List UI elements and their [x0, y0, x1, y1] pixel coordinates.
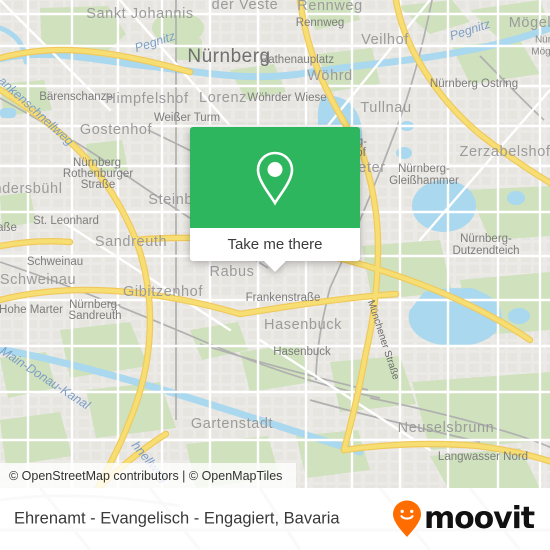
map-screenshot: Sankt Johannis der Veste Rennweg Rennweg Peg… — [0, 0, 550, 550]
map-pin-icon — [256, 151, 294, 206]
map-viewport[interactable]: Sankt Johannis der Veste Rennweg Rennweg Peg… — [0, 0, 550, 488]
take-me-there-button[interactable]: Take me there — [190, 228, 360, 261]
footer-bar: Ehrenamt - Evangelisch - Engagiert, Bava… — [0, 488, 550, 550]
moovit-wordmark: moovit — [423, 501, 535, 536]
take-me-there-label: Take me there — [227, 236, 323, 253]
moovit-smiley-pin-icon — [392, 500, 421, 537]
map-attribution[interactable]: © OpenStreetMap contributors | © OpenMap… — [0, 463, 297, 488]
location-popup[interactable]: Take me there — [190, 127, 360, 272]
popup-pointer — [264, 261, 286, 272]
popup-header — [190, 127, 360, 228]
attribution-text: © OpenStreetMap contributors | © OpenMap… — [9, 468, 283, 483]
moovit-logo[interactable]: moovit — [392, 500, 535, 538]
page-title: Ehrenamt - Evangelisch - Engagiert, Bava… — [14, 509, 340, 528]
